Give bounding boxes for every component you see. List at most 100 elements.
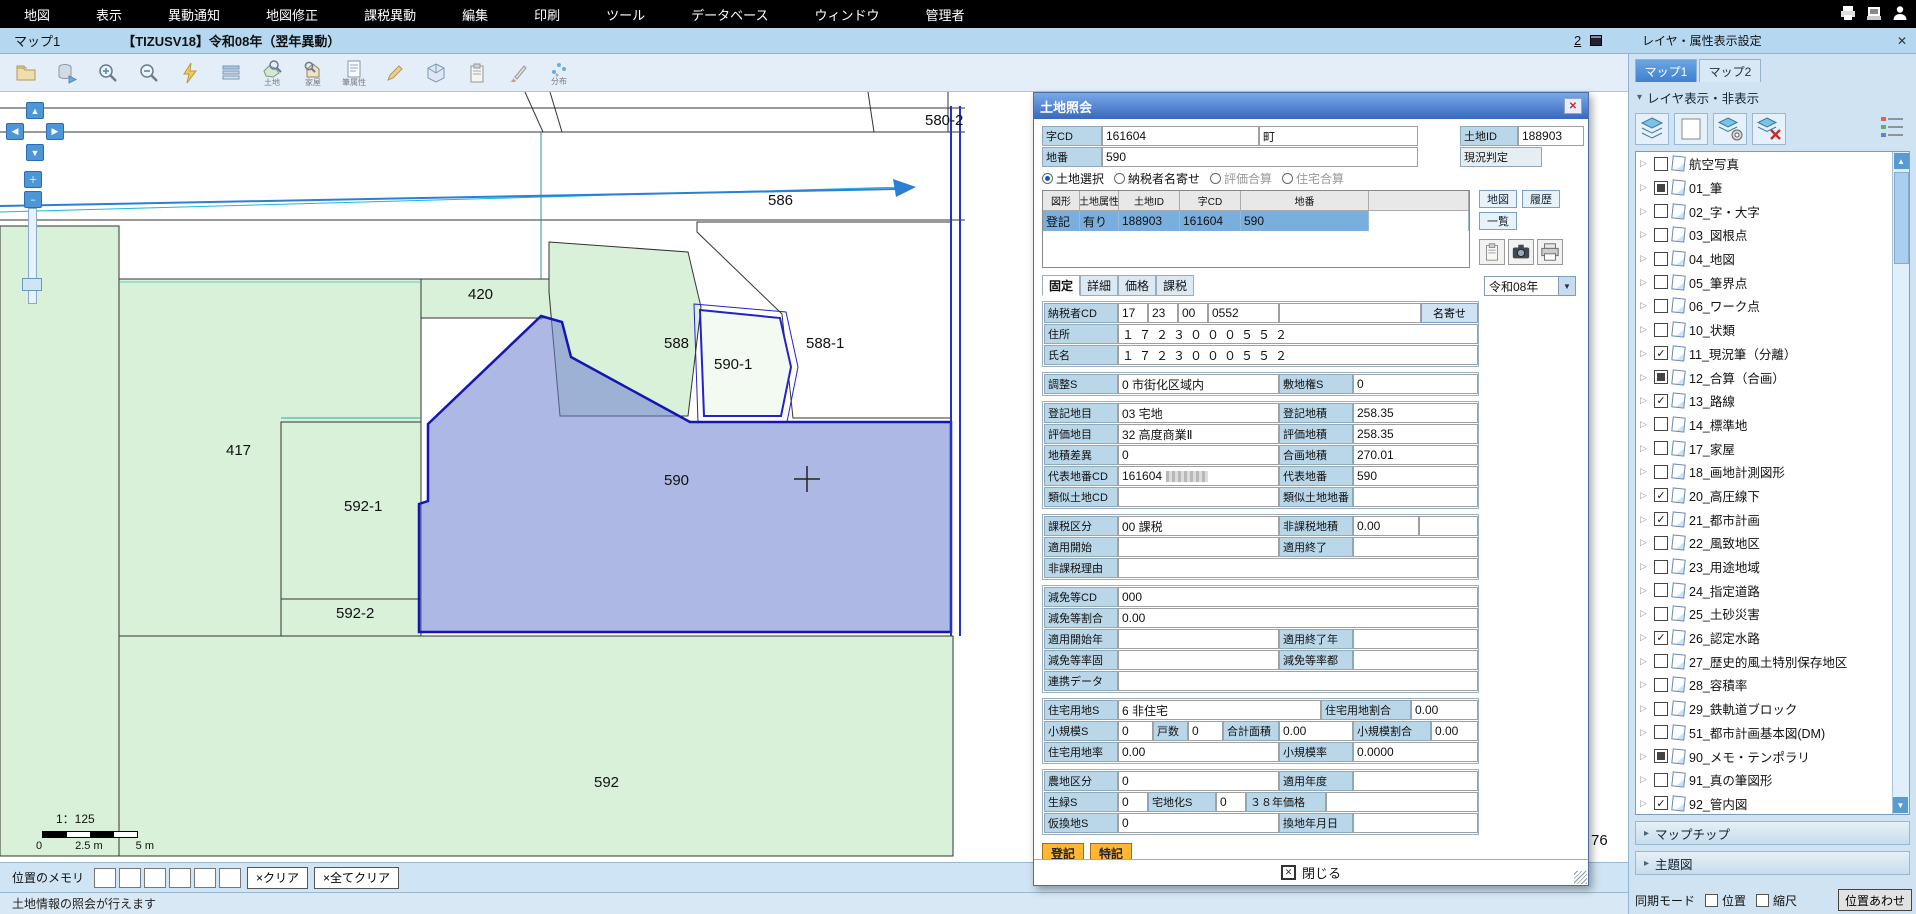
residential-ratio-value[interactable]: 0.00 bbox=[1411, 700, 1478, 720]
dialog-title-bar[interactable]: 土地照会 ✕ bbox=[1034, 93, 1588, 119]
list-button[interactable]: 一覧 bbox=[1479, 212, 1517, 230]
menu-item-6[interactable]: 編集 bbox=[462, 5, 488, 24]
tab-kazei[interactable]: 課税 bbox=[1156, 275, 1194, 296]
theme-map-section[interactable]: ▸ 主題図 bbox=[1635, 851, 1910, 875]
pan-left-button[interactable]: ◀ bbox=[6, 123, 24, 140]
distribution-button[interactable]: 分布 bbox=[541, 56, 577, 90]
layer-list-button[interactable] bbox=[213, 56, 249, 90]
blank-layer-icon[interactable] bbox=[1674, 113, 1708, 145]
small-ratio-value[interactable]: 0.00 bbox=[1431, 721, 1478, 741]
cube-3d-button[interactable] bbox=[418, 56, 454, 90]
menu-item-11[interactable]: 管理者 bbox=[926, 5, 965, 24]
layer-row[interactable]: ▷06_ワーク点 bbox=[1636, 294, 1892, 318]
expand-arrow-icon[interactable]: ▷ bbox=[1640, 727, 1650, 738]
clear-button[interactable]: ×クリア bbox=[247, 867, 308, 889]
database-export-button[interactable] bbox=[49, 56, 85, 90]
layer-checkbox[interactable] bbox=[1654, 228, 1668, 242]
residential-rate-value[interactable]: 0.00 bbox=[1118, 742, 1279, 762]
area-diff-value[interactable]: 0 bbox=[1118, 445, 1279, 465]
dialog-close-button[interactable]: ✕ 閉じる bbox=[1034, 859, 1588, 885]
layer-row[interactable]: ▷04_地図 bbox=[1636, 247, 1892, 271]
sync-position-checkbox[interactable] bbox=[1705, 894, 1718, 907]
camera-icon[interactable] bbox=[1508, 239, 1534, 265]
panel-tab-map2[interactable]: マップ2 bbox=[1699, 59, 1761, 82]
taxpayer-cd-3[interactable]: 00 bbox=[1178, 303, 1208, 323]
sync-scale-checkbox[interactable] bbox=[1756, 894, 1769, 907]
layer-checkbox[interactable] bbox=[1654, 536, 1668, 550]
apply-start-value[interactable] bbox=[1118, 537, 1279, 557]
menu-item-9[interactable]: データベース bbox=[691, 5, 768, 24]
layer-row[interactable]: ▷✓20_高圧線下 bbox=[1636, 484, 1892, 508]
expand-arrow-icon[interactable]: ▷ bbox=[1640, 229, 1650, 240]
residential-s-value[interactable]: 6 非住宅 bbox=[1118, 700, 1321, 720]
expand-arrow-icon[interactable]: ▷ bbox=[1640, 608, 1650, 619]
layer-checkbox[interactable] bbox=[1654, 181, 1668, 195]
menu-item-4[interactable]: 地図修正 bbox=[266, 5, 318, 24]
show-map-button[interactable]: 地図 bbox=[1479, 190, 1517, 208]
layer-row[interactable]: ▷02_字・大字 bbox=[1636, 199, 1892, 223]
layer-checkbox[interactable] bbox=[1654, 607, 1668, 621]
apply-end-value[interactable] bbox=[1353, 537, 1478, 557]
radio-option[interactable]: 土地選択 bbox=[1042, 170, 1104, 187]
menu-item-7[interactable]: 印刷 bbox=[534, 5, 560, 24]
expand-arrow-icon[interactable]: ▷ bbox=[1640, 206, 1650, 217]
radio-option[interactable]: 納税者名寄せ bbox=[1114, 170, 1200, 187]
layer-checkbox[interactable]: ✓ bbox=[1654, 796, 1668, 810]
window-icon[interactable] bbox=[1590, 35, 1602, 46]
reduction-rate-value[interactable]: 0.00 bbox=[1118, 608, 1478, 628]
expand-arrow-icon[interactable]: ▷ bbox=[1640, 656, 1650, 667]
clipboard-button[interactable] bbox=[459, 56, 495, 90]
expand-arrow-icon[interactable]: ▷ bbox=[1640, 372, 1650, 383]
expand-arrow-icon[interactable]: ▷ bbox=[1640, 490, 1650, 501]
print-icon[interactable] bbox=[1838, 3, 1858, 23]
unit-count-value[interactable]: 0 bbox=[1188, 721, 1223, 741]
layer-checkbox[interactable] bbox=[1654, 583, 1668, 597]
green-s-value[interactable]: 0 bbox=[1118, 792, 1148, 812]
total-area-value[interactable]: 0.00 bbox=[1279, 721, 1353, 741]
memory-slot[interactable] bbox=[94, 868, 116, 888]
radio-option[interactable]: 住宅合算 bbox=[1282, 170, 1344, 187]
expand-arrow-icon[interactable]: ▷ bbox=[1640, 466, 1650, 477]
tax-class-value[interactable]: 00 課税 bbox=[1118, 516, 1279, 536]
tab-kakaku[interactable]: 価格 bbox=[1118, 275, 1156, 296]
year-dropdown[interactable]: 令和08年 ▼ bbox=[1484, 276, 1576, 296]
assessed-area-value[interactable]: 258.35 bbox=[1353, 424, 1478, 444]
taxpayer-cd-2[interactable]: 23 bbox=[1148, 303, 1178, 323]
layer-row[interactable]: ▷12_合算（合画） bbox=[1636, 365, 1892, 389]
table-row[interactable]: 登記 有り 188903 161604 590 bbox=[1043, 211, 1469, 231]
zoom-plus-button[interactable]: ＋ bbox=[24, 171, 42, 188]
menu-item-5[interactable]: 課税異動 bbox=[364, 5, 416, 24]
link-data-value[interactable] bbox=[1118, 671, 1478, 691]
similar-chiban-value[interactable] bbox=[1353, 487, 1478, 507]
user-icon[interactable] bbox=[1890, 3, 1910, 23]
layer-checkbox[interactable]: ✓ bbox=[1654, 346, 1668, 360]
layer-checkbox[interactable] bbox=[1654, 749, 1668, 763]
name-value[interactable]: １７２３０００５５２ bbox=[1118, 345, 1478, 365]
layer-row[interactable]: ▷14_標準地 bbox=[1636, 413, 1892, 437]
scroll-down-icon[interactable]: ▼ bbox=[1893, 797, 1908, 813]
layer-row[interactable]: ▷25_土砂災害 bbox=[1636, 602, 1892, 626]
open-file-button[interactable] bbox=[8, 56, 44, 90]
expand-arrow-icon[interactable]: ▷ bbox=[1640, 324, 1650, 335]
memory-slot[interactable] bbox=[119, 868, 141, 888]
copy-print-icon[interactable] bbox=[1864, 3, 1884, 23]
price38-value[interactable] bbox=[1326, 792, 1478, 812]
layer-visibility-section[interactable]: ▾ レイヤ表示・非表示 bbox=[1637, 88, 1916, 107]
layer-checkbox[interactable] bbox=[1654, 323, 1668, 337]
taxpayer-cd-1[interactable]: 17 bbox=[1118, 303, 1148, 323]
assessed-landuse-value[interactable]: 32 高度商業Ⅱ bbox=[1118, 424, 1279, 444]
layer-checkbox[interactable] bbox=[1654, 204, 1668, 218]
chevron-down-icon[interactable]: ▼ bbox=[1558, 277, 1575, 295]
legend-icon[interactable] bbox=[1878, 114, 1906, 145]
expand-arrow-icon[interactable]: ▷ bbox=[1640, 703, 1650, 714]
memory-slot[interactable] bbox=[219, 868, 241, 888]
site-right-value[interactable]: 0 bbox=[1353, 374, 1478, 394]
scrollbar-thumb[interactable] bbox=[1894, 172, 1909, 264]
layer-row[interactable]: ▷28_容積率 bbox=[1636, 673, 1892, 697]
adjust-value[interactable]: 0 市街化区域内 bbox=[1118, 374, 1279, 394]
expand-arrow-icon[interactable]: ▷ bbox=[1640, 253, 1650, 264]
menu-item-3[interactable]: 異動通知 bbox=[168, 5, 220, 24]
layer-checkbox[interactable]: ✓ bbox=[1654, 394, 1668, 408]
expand-arrow-icon[interactable]: ▷ bbox=[1640, 419, 1650, 430]
layer-row[interactable]: ▷✓92_管内図 bbox=[1636, 792, 1892, 814]
